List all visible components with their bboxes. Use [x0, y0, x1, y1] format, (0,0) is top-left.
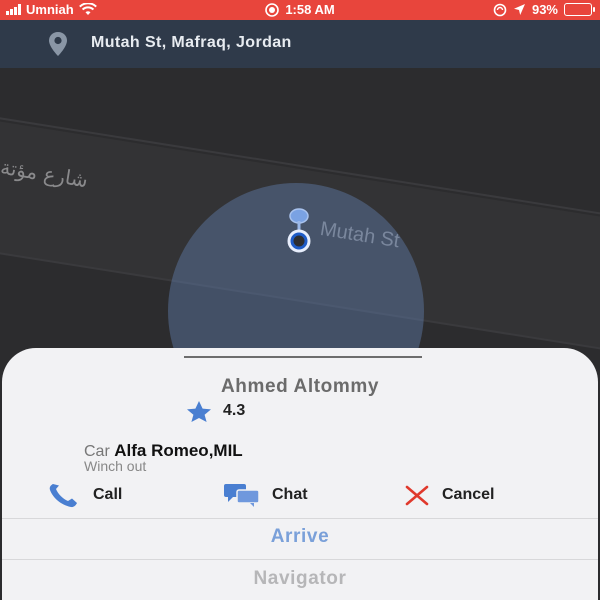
cancel-label: Cancel	[442, 486, 495, 503]
address-header[interactable]: Mutah St, Mafraq, Jordan	[0, 20, 600, 68]
arrive-button[interactable]: Arrive	[2, 526, 598, 548]
status-right: 93%	[493, 2, 595, 17]
location-arrow-icon	[513, 4, 525, 15]
driver-name: Ahmed Altommy	[220, 376, 380, 397]
battery-icon	[564, 3, 595, 16]
status-time: 1:58 AM	[285, 2, 335, 17]
navigator-button[interactable]: Navigator	[2, 568, 598, 590]
divider	[2, 518, 598, 519]
location-pin-icon	[49, 32, 67, 56]
driver-rating: 4.3	[183, 400, 245, 422]
status-bar: Umniah 1:58 AM 93%	[0, 0, 600, 20]
user-location-marker[interactable]	[282, 207, 316, 259]
chat-label: Chat	[272, 486, 308, 503]
rating-value: 4.3	[223, 402, 246, 419]
phone-icon	[49, 484, 77, 508]
battery-percent: 93%	[531, 2, 558, 17]
close-icon	[405, 485, 429, 506]
screen-lock-icon	[493, 3, 507, 16]
chat-button[interactable]: Chat	[222, 482, 308, 508]
cancel-button[interactable]: Cancel	[402, 482, 494, 508]
sheet-handle[interactable]	[184, 356, 422, 358]
current-address: Mutah St, Mafraq, Jordan	[91, 34, 292, 51]
star-icon	[187, 401, 211, 422]
service-type: Winch out	[84, 458, 147, 474]
divider	[2, 559, 598, 560]
recording-icon	[265, 2, 280, 17]
driver-bottom-sheet: Ahmed Altommy 4.3 Car Alfa Romeo,MIL Win…	[2, 348, 598, 600]
chat-icon	[224, 484, 260, 507]
action-row: Call Chat Cancel	[2, 482, 598, 518]
call-label: Call	[93, 486, 123, 503]
call-button[interactable]: Call	[47, 482, 122, 508]
